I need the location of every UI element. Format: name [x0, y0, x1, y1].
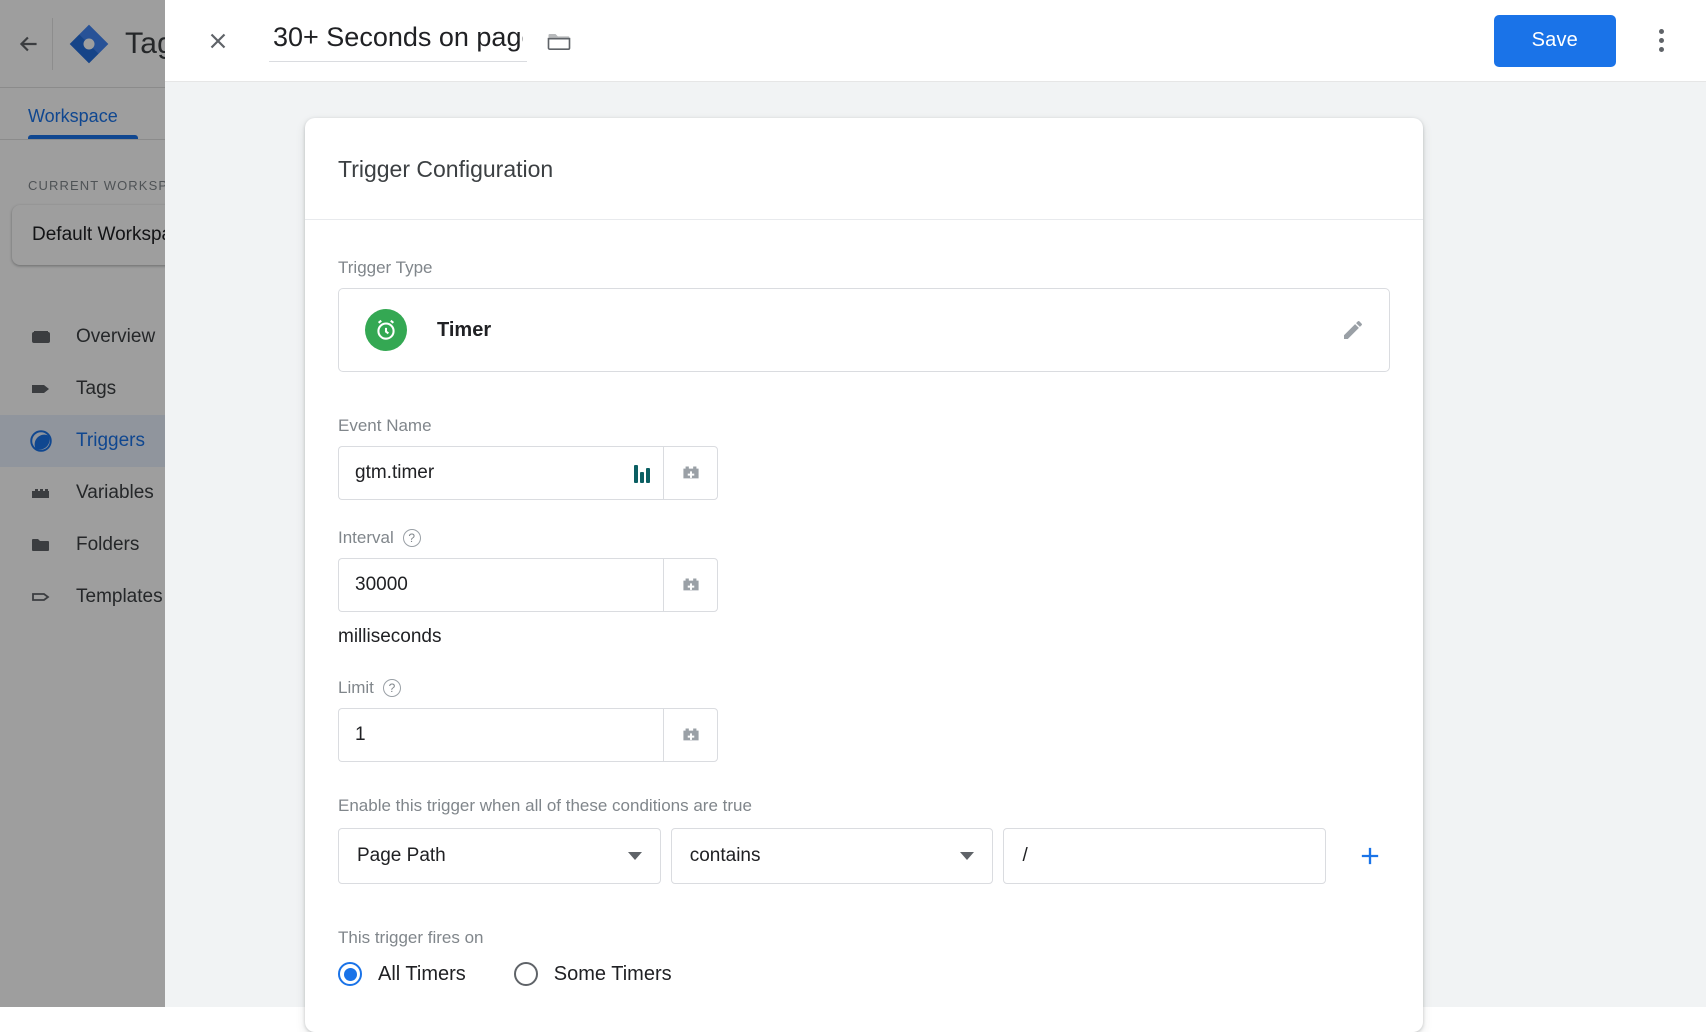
chevron-down-icon: [960, 852, 974, 860]
help-circle-icon[interactable]: ?: [403, 529, 421, 547]
trigger-name-input[interactable]: [269, 20, 527, 62]
limit-label-text: Limit: [338, 678, 374, 698]
trigger-editor-overlay: Save Trigger Configuration Trigger Type: [165, 0, 1706, 1007]
radio-label: Some Timers: [554, 963, 672, 986]
trigger-configuration-card: Trigger Configuration Trigger Type Timer: [305, 118, 1423, 1032]
trigger-type-label: Trigger Type: [338, 258, 1390, 278]
close-icon[interactable]: [195, 18, 241, 64]
sidebar-item-label: Overview: [76, 326, 155, 348]
workspace-tab-bar: Workspace: [0, 88, 180, 140]
back-arrow-icon[interactable]: [8, 31, 50, 57]
tab-active-underline: [28, 135, 138, 139]
chevron-down-icon: [628, 852, 642, 860]
sidebar-item-label: Variables: [76, 482, 154, 504]
card-body: Trigger Type Timer: [305, 220, 1423, 1032]
radio-dot-icon: [338, 962, 362, 986]
more-vert-icon[interactable]: [1638, 18, 1684, 64]
condition-value-input[interactable]: [1003, 828, 1326, 884]
app-top-bar: Tag: [0, 0, 180, 88]
interval-label: Interval ?: [338, 528, 1390, 548]
overview-icon: [28, 324, 54, 350]
tab-workspace-label: Workspace: [28, 106, 118, 126]
radio-some-timers[interactable]: Some Timers: [514, 962, 672, 986]
interval-label-text: Interval: [338, 528, 394, 548]
conditions-caption: Enable this trigger when all of these co…: [338, 796, 1390, 816]
radio-all-timers[interactable]: All Timers: [338, 962, 466, 986]
event-name-label-text: Event Name: [338, 416, 432, 436]
event-name-label: Event Name: [338, 416, 1390, 436]
header-actions: Save: [1494, 15, 1684, 67]
pencil-icon[interactable]: [1335, 312, 1371, 348]
interval-input[interactable]: [338, 558, 663, 612]
template-icon: [28, 584, 54, 610]
condition-operator-value: contains: [690, 845, 761, 867]
trigger-title-area: [269, 20, 575, 62]
plus-icon[interactable]: [1350, 835, 1390, 877]
lego-brick-plus-icon[interactable]: [663, 708, 718, 762]
lego-brick-plus-icon[interactable]: [663, 446, 718, 500]
limit-label: Limit ?: [338, 678, 1390, 698]
fires-on-radio-group: All Timers Some Timers: [338, 962, 1390, 986]
sidebar-item-label: Triggers: [76, 430, 145, 452]
sidebar-nav: Overview Tags Triggers: [0, 311, 180, 623]
condition-operator-select[interactable]: contains: [671, 828, 994, 884]
sidebar-item-label: Tags: [76, 378, 116, 400]
folder-icon: [28, 532, 54, 558]
google-tag-manager-logo: [67, 22, 111, 66]
fires-on-caption: This trigger fires on: [338, 928, 1390, 948]
current-workspace-label: CURRENT WORKSPACE: [0, 140, 180, 193]
save-button[interactable]: Save: [1494, 15, 1616, 67]
condition-variable-select[interactable]: Page Path: [338, 828, 661, 884]
radio-label: All Timers: [378, 963, 466, 986]
trigger-type-selector[interactable]: Timer: [338, 288, 1390, 372]
sidebar-item-label: Folders: [76, 534, 139, 556]
tab-workspace[interactable]: Workspace: [0, 106, 128, 139]
trigger-icon: [28, 428, 54, 454]
trigger-type-value: Timer: [437, 319, 491, 342]
tag-icon: [28, 376, 54, 402]
event-name-input[interactable]: [338, 446, 663, 500]
help-circle-icon[interactable]: ?: [383, 679, 401, 697]
folder-icon[interactable]: [543, 25, 575, 57]
condition-variable-value: Page Path: [357, 845, 446, 867]
limit-row: [338, 708, 718, 762]
trigger-type-label-text: Trigger Type: [338, 258, 433, 278]
lego-brick-plus-icon[interactable]: [663, 558, 718, 612]
top-bar-divider: [52, 18, 53, 70]
condition-row: Page Path contains: [338, 828, 1390, 884]
interval-unit: milliseconds: [338, 626, 1390, 648]
interval-row: [338, 558, 718, 612]
event-name-row: [338, 446, 718, 500]
limit-input[interactable]: [338, 708, 663, 762]
app-sidebar: CURRENT WORKSPACE Default Workspace Over…: [0, 140, 180, 1007]
radio-dot-icon: [514, 962, 538, 986]
sidebar-item-label: Templates: [76, 586, 163, 608]
variable-icon: [28, 480, 54, 506]
card-heading: Trigger Configuration: [305, 118, 1423, 183]
trigger-editor-header: Save: [165, 0, 1706, 82]
alarm-clock-icon: [365, 309, 407, 351]
